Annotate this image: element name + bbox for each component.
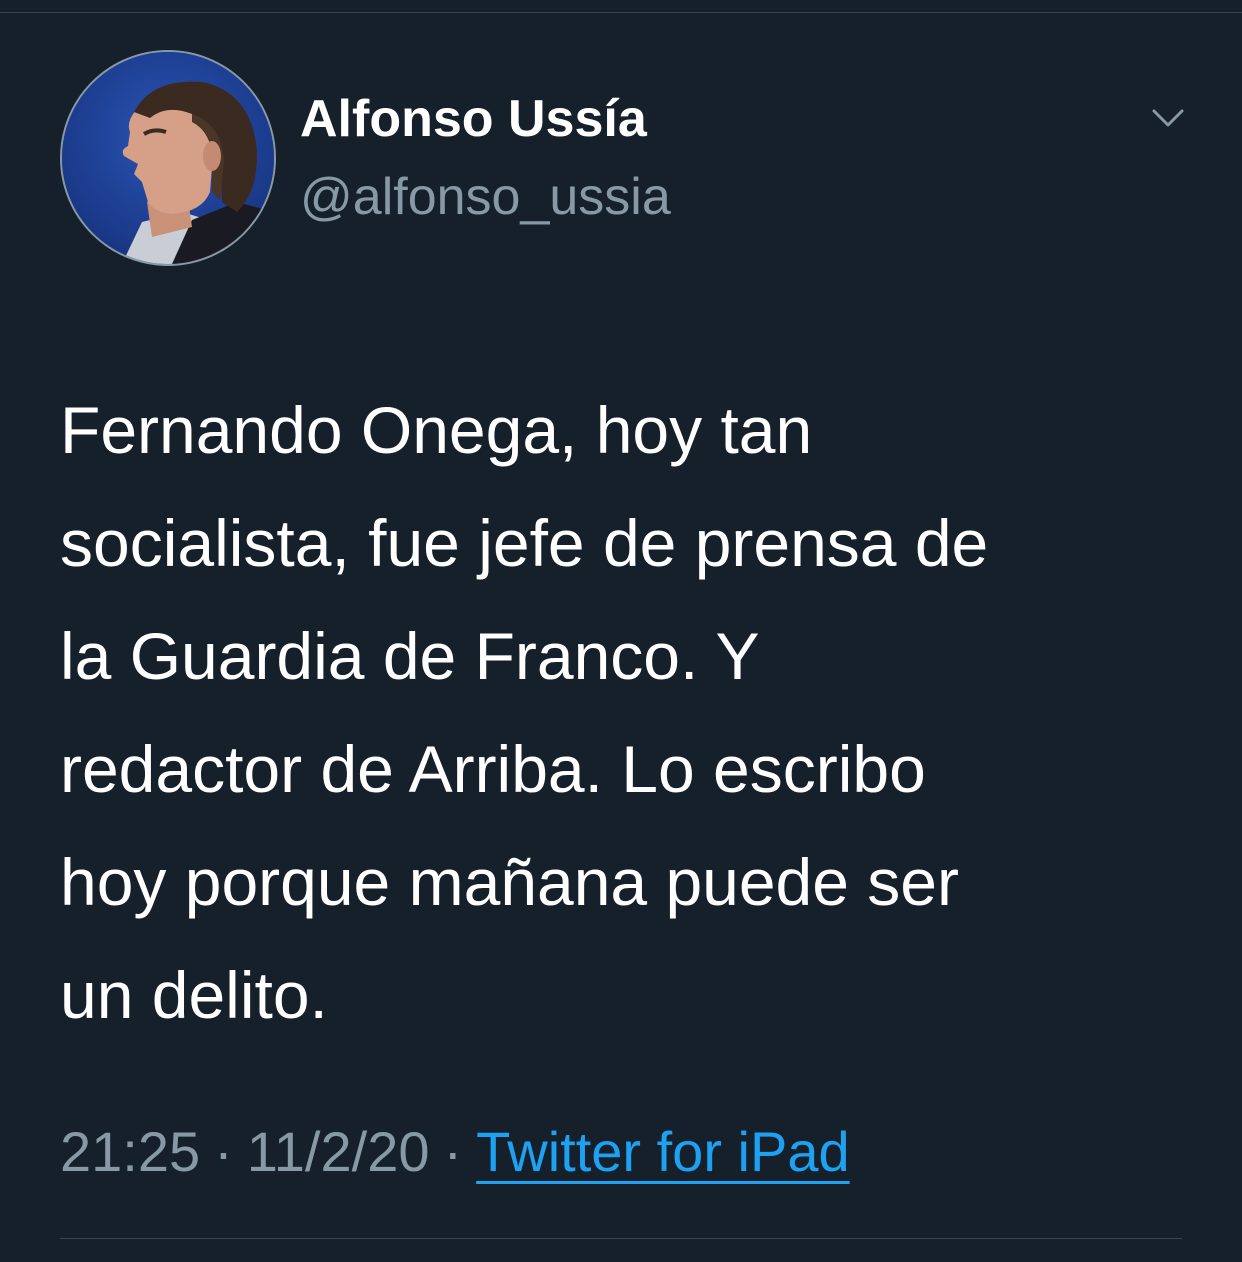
tweet-text-line: Fernando Onega, hoy tan [60,393,813,467]
user-handle[interactable]: @alfonso_ussia [300,166,671,228]
tweet-time[interactable]: 21:25 [60,1120,200,1183]
avatar[interactable] [60,50,276,266]
tweet-text-line: socialista, fue jefe de prensa de [60,506,989,580]
profile-photo [62,52,274,264]
tweet-text-line: hoy porque mañana puede ser [60,845,959,919]
tweet-metadata: 21:25 · 11/2/20 · Twitter for iPad [60,1118,850,1185]
tweet-source-link[interactable]: Twitter for iPad [476,1120,849,1183]
tweet-text-line: un delito. [60,958,328,1032]
display-name[interactable]: Alfonso Ussía [300,88,647,150]
bottom-divider [60,1238,1182,1239]
tweet-text-line: la Guardia de Franco. Y [60,619,760,693]
separator-dot: · [443,1120,463,1183]
tweet-date[interactable]: 11/2/20 [247,1120,430,1183]
tweet-text: Fernando Onega, hoy tan socialista, fue … [60,374,1210,1052]
top-divider [0,12,1242,13]
separator-dot: · [214,1120,233,1183]
tweet-text-line: redactor de Arriba. Lo escribo [60,732,926,806]
chevron-down-icon[interactable] [1148,98,1188,138]
